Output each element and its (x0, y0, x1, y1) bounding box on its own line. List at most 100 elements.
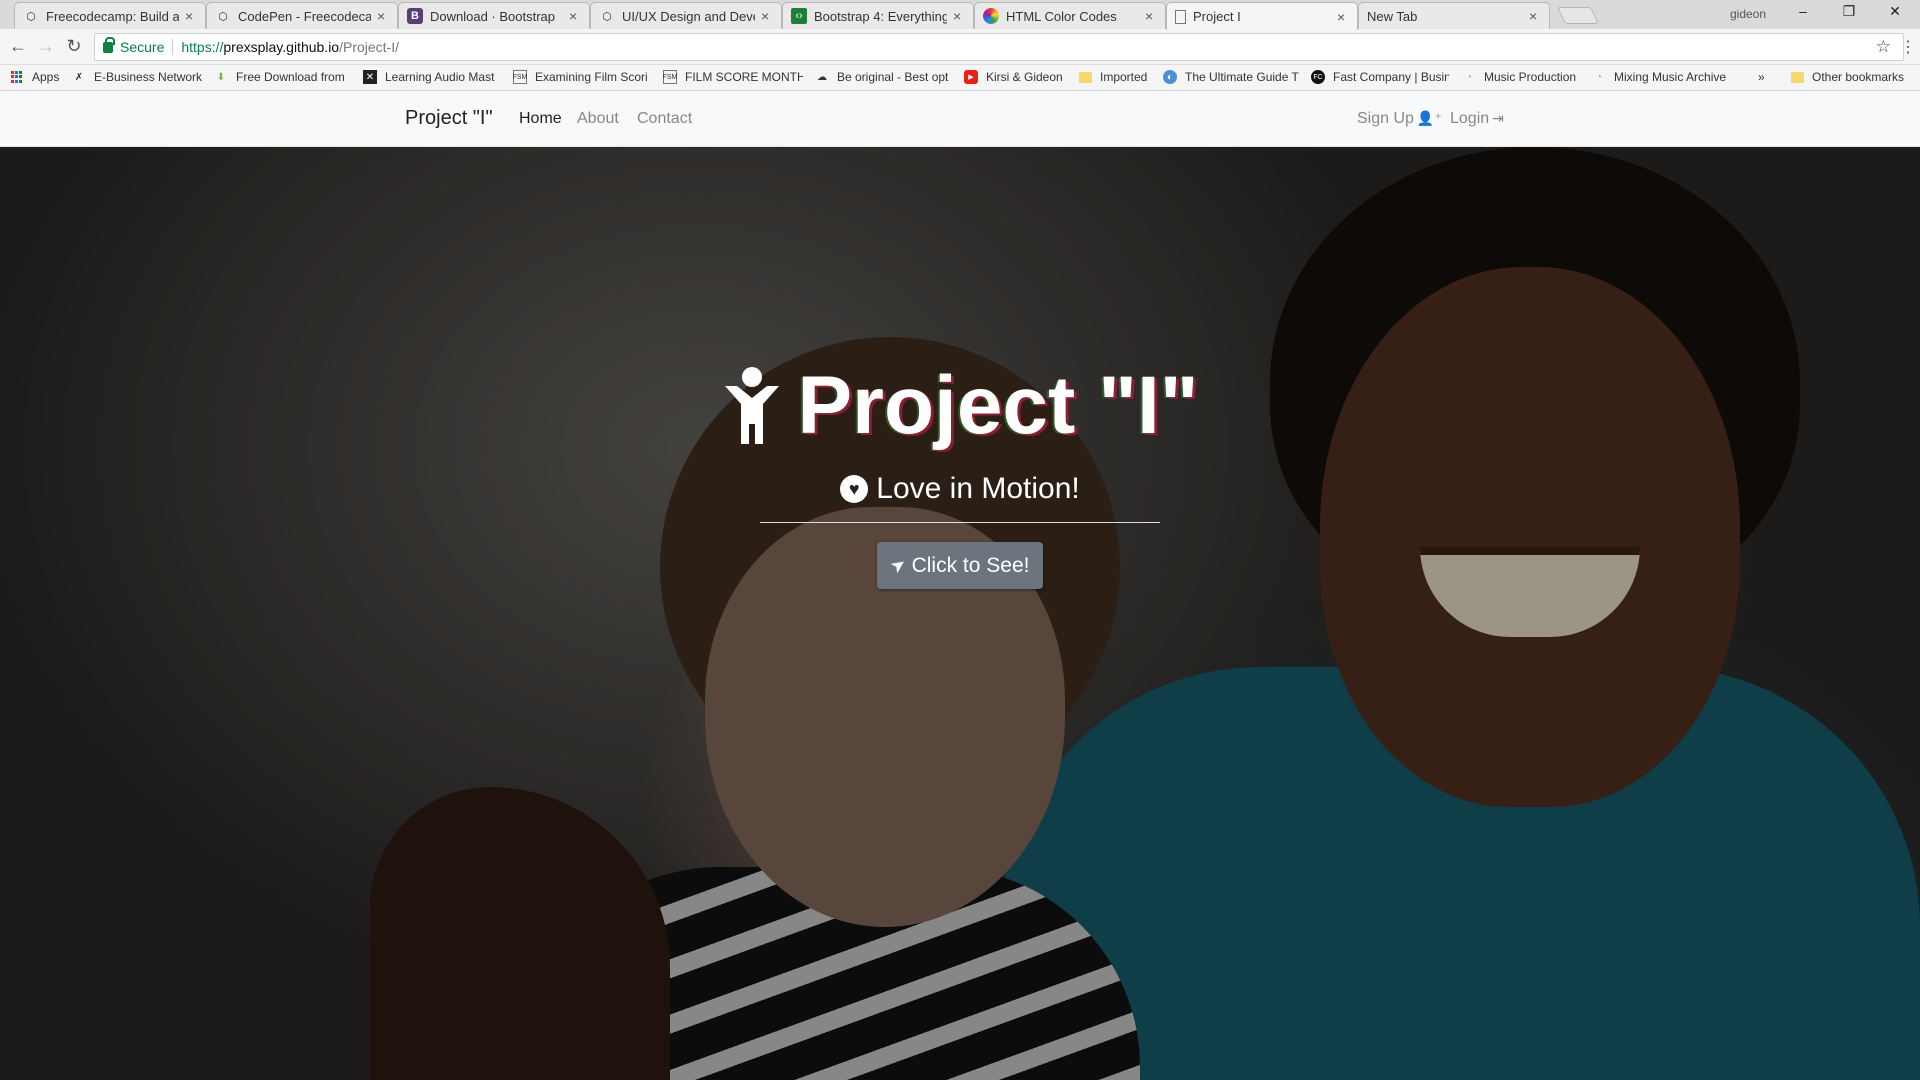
browser-tab[interactable]: HTML Color Codes × (974, 2, 1166, 29)
minimize-icon[interactable]: – (1788, 3, 1818, 19)
tab-title: New Tab (1367, 8, 1418, 24)
bootstrap-icon: B (407, 8, 423, 24)
bookmark-item[interactable]: FC Fast Company | Busin (1311, 70, 1449, 84)
secure-label: Secure (120, 39, 165, 55)
page-icon (1175, 9, 1186, 24)
bookmark-label: FILM SCORE MONTH (685, 70, 803, 84)
bookmark-favicon-icon: ☁ (817, 71, 827, 83)
url-path: /Project-I/ (339, 39, 399, 55)
fast-company-icon: FC (1311, 70, 1325, 84)
hero-title-text: Project "I" (797, 360, 1199, 451)
tab-title: UI/UX Design and Devel (622, 8, 755, 24)
codepen-icon: ⬡ (218, 10, 228, 23)
back-icon[interactable]: ← (8, 37, 28, 55)
codepen-icon: ⬡ (602, 10, 612, 23)
bookmark-label: The Ultimate Guide T (1185, 70, 1299, 84)
user-plus-icon: 👤⁺ (1416, 110, 1442, 126)
address-bar[interactable]: Secure https://prexsplay.github.io/Proje… (94, 33, 1904, 61)
bookmark-favicon-icon: ✗ (74, 71, 84, 83)
login-link[interactable]: Login ⇥ (1450, 110, 1504, 128)
browser-tab[interactable]: ⬡ CodePen - Freecodecamp × (206, 2, 398, 29)
hero-title: Project "I" (0, 365, 1920, 447)
bookmark-favicon-icon: ◔ (1465, 71, 1473, 83)
nav-link-about[interactable]: About (577, 110, 619, 128)
signup-label: Sign Up (1357, 110, 1414, 127)
browser-tabstrip: ⬡ Freecodecamp: Build a P × ⬡ CodePen - … (0, 0, 1920, 30)
nav-link-contact[interactable]: Contact (637, 110, 692, 128)
tab-title: Bootstrap 4: Everything Y (814, 8, 947, 24)
browser-tab[interactable]: B Download · Bootstrap × (398, 2, 590, 29)
close-icon[interactable]: × (761, 8, 773, 24)
bookmark-item[interactable]: ✕ Learning Audio Mast (363, 70, 503, 84)
code-icon: ‹› (791, 8, 807, 24)
new-tab-button[interactable] (1557, 7, 1599, 24)
browser-toolbar: ← → ↻ Secure https://prexsplay.github.io… (0, 29, 1920, 65)
folder-icon (1790, 70, 1804, 84)
close-icon[interactable]: × (377, 8, 389, 24)
more-bookmarks-button[interactable]: » (1758, 70, 1765, 84)
bookmark-apps[interactable]: Apps (10, 70, 59, 84)
bookmark-label: E-Business Network (94, 70, 203, 84)
sign-in-icon: ⇥ (1492, 110, 1504, 126)
bookmark-item[interactable]: ◐ The Ultimate Guide T (1163, 70, 1299, 84)
url-host: prexsplay.github.io (223, 39, 340, 55)
browser-tab[interactable]: ⬡ Freecodecamp: Build a P × (14, 2, 206, 29)
bookmark-label: Kirsi & Gideon (986, 70, 1063, 84)
tab-title: Download · Bootstrap (430, 8, 556, 24)
close-icon[interactable]: × (1337, 9, 1349, 25)
bookmark-label: Mixing Music Archive (1614, 70, 1727, 84)
bookmark-item[interactable]: ☁ Be original - Best opt (815, 70, 951, 84)
close-icon[interactable]: × (1529, 8, 1541, 24)
close-icon[interactable]: × (569, 8, 581, 24)
close-icon[interactable]: × (1145, 8, 1157, 24)
hero-divider (760, 522, 1160, 523)
bookmark-label: Free Download from (236, 70, 345, 84)
bookmark-label: Music Production (1484, 70, 1577, 84)
close-icon[interactable]: × (185, 8, 197, 24)
navbar-brand[interactable]: Project "I" (405, 107, 493, 130)
bookmark-item[interactable]: ◔ Mixing Music Archive (1592, 70, 1732, 84)
child-icon (725, 367, 780, 444)
lock-icon (103, 36, 115, 53)
browser-tab[interactable]: ‹› Bootstrap 4: Everything Y × (782, 2, 974, 29)
nav-link-home[interactable]: Home (519, 110, 562, 128)
bookmark-folder[interactable]: Imported (1078, 70, 1154, 84)
bookmark-item[interactable]: ✗ E-Business Network (72, 70, 210, 84)
heart-icon: ♥ (840, 475, 869, 503)
divider (172, 39, 174, 55)
bookmark-label: Learning Audio Mast (385, 70, 495, 84)
click-to-see-button[interactable]: ➤ Click to See! (877, 542, 1043, 589)
bookmark-favicon-icon: ◐ (1163, 70, 1177, 84)
menu-icon[interactable]: ⋮ (1900, 37, 1916, 57)
bookmark-label: Examining Film Scori (535, 70, 648, 84)
restore-icon[interactable]: ❐ (1834, 3, 1864, 20)
bookmark-label: Be original - Best opt (837, 70, 949, 84)
close-window-icon[interactable]: ✕ (1880, 3, 1910, 20)
bookmark-favicon-icon: ◔ (1595, 71, 1603, 83)
bookmark-item[interactable]: FSM Examining Film Scori (513, 70, 655, 84)
url-scheme: https:// (181, 39, 224, 55)
forward-icon[interactable]: → (36, 37, 56, 55)
bookmark-label: Apps (32, 70, 60, 84)
bookmark-item[interactable]: FSM FILM SCORE MONTH (663, 70, 803, 84)
url-text: https://prexsplay.github.io/Project-I/ (181, 39, 399, 55)
bookmark-favicon-icon: FSM (663, 70, 677, 84)
signup-link[interactable]: Sign Up 👤⁺ (1357, 110, 1442, 128)
browser-tab[interactable]: ⬡ UI/UX Design and Devel × (590, 2, 782, 29)
bookmark-item[interactable]: ⬇ Free Download from (214, 70, 354, 84)
other-bookmarks[interactable]: Other bookmarks (1790, 70, 1904, 84)
reload-icon[interactable]: ↻ (64, 37, 84, 55)
hero-overlay (0, 147, 1920, 1080)
browser-tab[interactable]: New Tab × (1358, 2, 1550, 29)
tab-title: Freecodecamp: Build a P (46, 8, 179, 24)
close-icon[interactable]: × (953, 8, 965, 24)
hero-subtitle-text: Love in Motion! (876, 472, 1080, 505)
bookmark-item[interactable]: ◔ Music Production (1462, 70, 1582, 84)
browser-tab-active[interactable]: Project I × (1166, 2, 1358, 30)
bookmark-favicon-icon: ✕ (363, 70, 377, 84)
tab-title: CodePen - Freecodecamp (238, 8, 371, 24)
profile-name[interactable]: gideon (1730, 7, 1766, 21)
bookmark-star-icon[interactable]: ☆ (1876, 37, 1891, 57)
bookmark-item[interactable]: ▶ Kirsi & Gideon (964, 70, 1068, 84)
cta-label: Click to See! (911, 553, 1030, 577)
